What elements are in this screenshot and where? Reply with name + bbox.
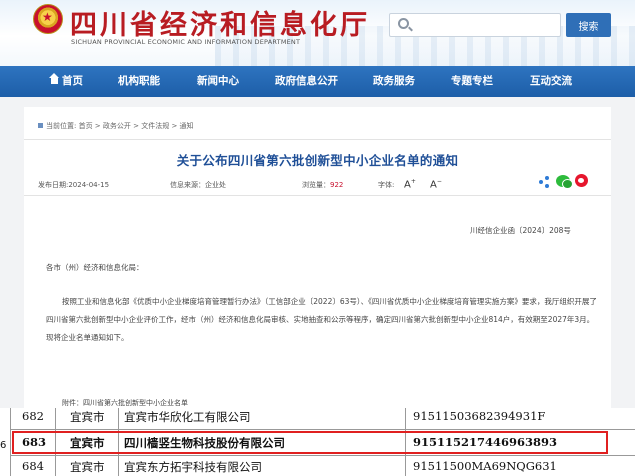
search-icon <box>398 18 409 29</box>
table-row-code: 91511500MA69NQG631 <box>413 459 557 473</box>
font-increase-button[interactable]: A+ <box>404 178 416 190</box>
attachment-title: 附件：四川省第六批创新型中小企业名单 <box>62 399 188 407</box>
info-source: 信息来源：企业处 <box>170 181 226 189</box>
nav-item-services[interactable]: 政务服务 <box>373 66 415 97</box>
highlighted-row-frame <box>12 431 608 454</box>
nav-item-news[interactable]: 新闻中心 <box>197 66 239 97</box>
document-number: 川经信企业函〔2024〕208号 <box>470 226 571 235</box>
nav-item-interaction[interactable]: 互动交流 <box>530 66 572 97</box>
nav-item-topics[interactable]: 专题专栏 <box>451 66 493 97</box>
site-header: 四川省经济和信息化厅 SICHUAN PROVINCIAL ECONOMIC A… <box>0 0 635 66</box>
view-count: 浏览量：922 <box>302 181 344 189</box>
table-row-code: 91511503682394931F <box>413 409 546 423</box>
article-body: 按照工业和信息化部《优质中小企业梯度培育管理暂行办法》（工信部企业〔2022〕6… <box>46 297 597 342</box>
table-row-city: 宜宾市 <box>70 460 105 474</box>
table-row-company: 宜宾市华欣化工有限公司 <box>124 410 251 424</box>
font-decrease-button[interactable]: A− <box>430 178 442 190</box>
table-row-no: 684 <box>22 459 44 473</box>
home-icon <box>49 73 59 85</box>
cropped-row-marker: 6 <box>0 440 7 451</box>
table-row-city: 宜宾市 <box>70 410 105 424</box>
view-count-value: 922 <box>330 181 344 189</box>
publish-date: 发布日期:2024-04-15 <box>38 181 110 189</box>
table-row-company: 宜宾东方拓宇科技有限公司 <box>124 460 262 474</box>
site-subtitle: SICHUAN PROVINCIAL ECONOMIC AND INFORMAT… <box>71 38 301 46</box>
search-button[interactable]: 搜索 <box>566 13 611 37</box>
wechat-icon[interactable] <box>556 175 573 189</box>
divider <box>24 139 611 140</box>
divider <box>24 195 611 196</box>
search-input[interactable] <box>389 13 561 37</box>
article-title: 关于公布四川省第六批创新型中小企业名单的通知 <box>176 153 459 168</box>
addressee: 各市（州）经济和信息化局： <box>46 263 144 272</box>
site-title[interactable]: 四川省经济和信息化厅 <box>70 3 370 42</box>
nav-item-info-disclosure[interactable]: 政府信息公开 <box>275 66 338 97</box>
nav-item-home[interactable]: 首页 <box>49 66 83 97</box>
share-icon[interactable] <box>539 176 549 188</box>
breadcrumb[interactable]: 当前位置: 首页 > 政务公开 > 文件法规 > 通知 <box>46 121 194 131</box>
main-nav: 首页 机构职能 新闻中心 政府信息公开 政务服务 专题专栏 互动交流 <box>0 66 635 97</box>
nav-item-org[interactable]: 机构职能 <box>118 66 160 97</box>
weibo-icon[interactable] <box>575 174 588 187</box>
table-row-no: 682 <box>22 409 44 423</box>
location-icon <box>38 123 43 128</box>
font-size-label: 字体: <box>378 181 395 189</box>
national-emblem-icon <box>33 4 63 34</box>
